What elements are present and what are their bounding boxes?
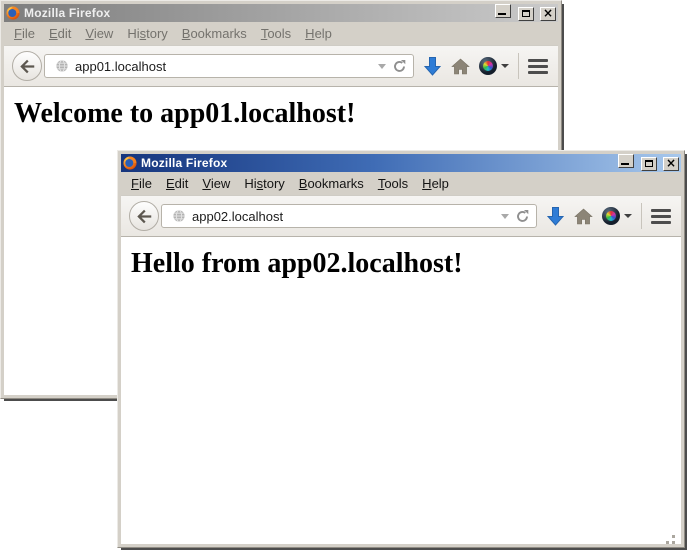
reload-button[interactable]	[392, 59, 407, 74]
download-button[interactable]	[546, 206, 565, 227]
hamburger-menu-button[interactable]	[528, 59, 548, 74]
url-bar[interactable]: app02.localhost	[161, 204, 537, 228]
menu-tools[interactable]: Tools	[254, 24, 298, 43]
back-arrow-icon	[137, 209, 152, 224]
search-engine-button[interactable]	[479, 57, 509, 75]
home-button[interactable]	[574, 208, 593, 225]
window-title: Mozilla Firefox	[141, 156, 612, 170]
back-button[interactable]	[12, 51, 42, 81]
navigation-toolbar: app01.localhost	[4, 45, 558, 87]
url-text: app01.localhost	[75, 59, 372, 74]
window-title: Mozilla Firefox	[24, 6, 489, 20]
home-icon	[574, 208, 593, 225]
window-controls: ×	[616, 154, 679, 172]
page-content: Hello from app02.localhost!	[121, 237, 681, 544]
download-button[interactable]	[423, 56, 442, 77]
close-icon: ×	[666, 157, 676, 169]
back-arrow-icon	[20, 59, 35, 74]
urlbar-dropdown-icon[interactable]	[378, 64, 386, 69]
maximize-icon	[645, 160, 653, 167]
menubar: File Edit View History Bookmarks Tools H…	[4, 22, 558, 45]
reload-button[interactable]	[515, 209, 530, 224]
maximize-icon	[522, 10, 530, 17]
urlbar-dropdown-icon[interactable]	[501, 214, 509, 219]
resize-grip[interactable]	[672, 535, 675, 538]
maximize-button[interactable]	[518, 7, 534, 21]
chevron-down-icon	[624, 214, 632, 218]
toolbar-separator	[641, 203, 642, 229]
back-button[interactable]	[129, 201, 159, 231]
close-button[interactable]: ×	[663, 157, 679, 171]
menu-view[interactable]: View	[195, 174, 237, 193]
menu-view[interactable]: View	[78, 24, 120, 43]
minimize-icon	[621, 163, 629, 165]
home-icon	[451, 58, 470, 75]
colorful-sphere-icon	[602, 207, 620, 225]
url-bar[interactable]: app01.localhost	[44, 54, 414, 78]
minimize-button[interactable]	[495, 4, 511, 18]
menu-help[interactable]: Help	[298, 24, 339, 43]
menu-tools[interactable]: Tools	[371, 174, 415, 193]
hamburger-icon	[528, 59, 548, 74]
globe-icon	[172, 209, 186, 223]
titlebar[interactable]: Mozilla Firefox ×	[4, 4, 558, 22]
globe-icon	[55, 59, 69, 73]
window-controls: ×	[493, 4, 556, 22]
menu-edit[interactable]: Edit	[42, 24, 78, 43]
navigation-toolbar: app02.localhost	[121, 195, 681, 237]
hamburger-icon	[651, 209, 671, 224]
menu-bookmarks[interactable]: Bookmarks	[175, 24, 254, 43]
search-engine-button[interactable]	[602, 207, 632, 225]
toolbar-separator	[518, 53, 519, 79]
menu-bookmarks[interactable]: Bookmarks	[292, 174, 371, 193]
menu-edit[interactable]: Edit	[159, 174, 195, 193]
menu-history[interactable]: History	[237, 174, 291, 193]
page-heading: Hello from app02.localhost!	[131, 248, 681, 280]
minimize-button[interactable]	[618, 154, 634, 168]
colorful-sphere-icon	[479, 57, 497, 75]
menubar: File Edit View History Bookmarks Tools H…	[121, 172, 681, 195]
firefox-icon	[6, 6, 20, 20]
firefox-icon	[123, 156, 137, 170]
close-button[interactable]: ×	[540, 7, 556, 21]
titlebar[interactable]: Mozilla Firefox ×	[121, 154, 681, 172]
menu-file[interactable]: File	[7, 24, 42, 43]
download-arrow-icon	[546, 206, 565, 227]
download-arrow-icon	[423, 56, 442, 77]
url-text: app02.localhost	[192, 209, 495, 224]
chevron-down-icon	[501, 64, 509, 68]
minimize-icon	[498, 13, 506, 15]
browser-window-app02: Mozilla Firefox × File Edit View History…	[117, 150, 685, 548]
hamburger-menu-button[interactable]	[651, 209, 671, 224]
maximize-button[interactable]	[641, 157, 657, 171]
close-icon: ×	[543, 7, 553, 19]
page-heading: Welcome to app01.localhost!	[14, 98, 558, 130]
menu-file[interactable]: File	[124, 174, 159, 193]
menu-help[interactable]: Help	[415, 174, 456, 193]
home-button[interactable]	[451, 58, 470, 75]
menu-history[interactable]: History	[120, 24, 174, 43]
